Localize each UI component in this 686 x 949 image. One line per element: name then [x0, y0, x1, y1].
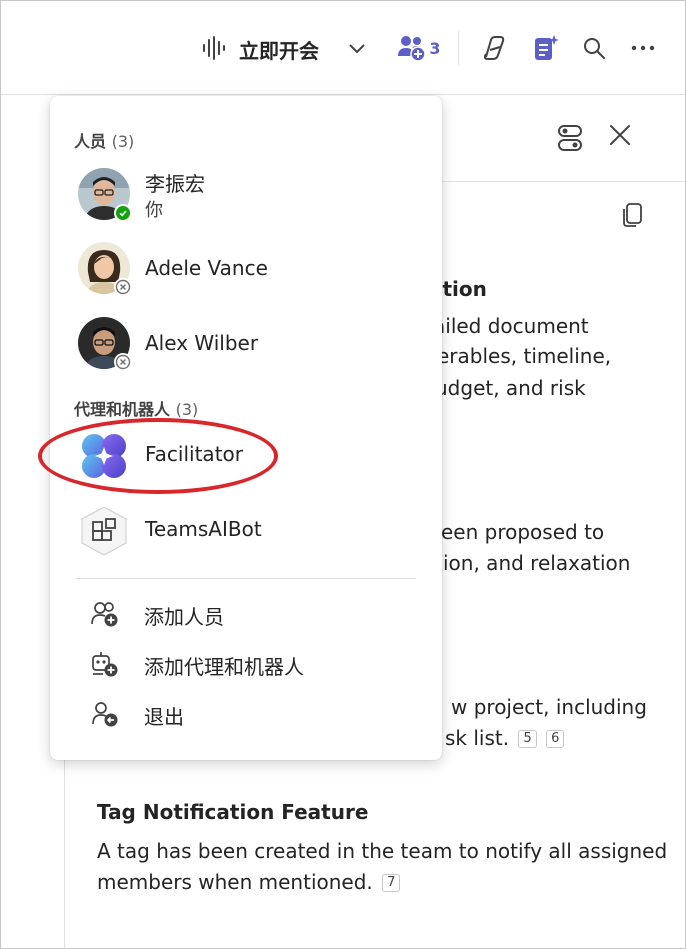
add-person-icon	[90, 600, 118, 628]
participant-name: Alex Wilber	[145, 331, 259, 355]
toolbar-divider	[458, 31, 459, 65]
people-section-count: (3)	[111, 132, 135, 151]
search-icon[interactable]	[579, 33, 609, 63]
section-text-line: erables, timeline,	[437, 344, 612, 368]
leave-label: 退出	[144, 705, 184, 729]
add-people-label: 添加人员	[144, 605, 224, 629]
copilot-icon[interactable]	[477, 31, 509, 65]
section-text-line: ion, and relaxation	[443, 551, 631, 575]
meeting-toolbar: 立即开会 3	[1, 1, 685, 95]
add-bot-icon	[90, 650, 118, 678]
section-text-line: w project, including	[451, 695, 647, 719]
avatar	[78, 168, 132, 222]
section-text-line: een proposed to	[441, 520, 605, 544]
tag-section-fragment: members when mentioned.	[97, 870, 373, 894]
add-bot-menu-item[interactable]: 添加代理和机器人	[50, 642, 442, 686]
participant-name: 李振宏	[145, 172, 205, 196]
menu-divider	[76, 578, 416, 579]
citation-badge[interactable]: 7	[382, 874, 401, 892]
tag-section-line: A tag has been created in the team to no…	[97, 839, 668, 863]
teams-ai-bot-icon	[78, 505, 130, 557]
avatar	[78, 317, 132, 371]
participant-row[interactable]: Adele Vance	[50, 236, 442, 300]
participants-dropdown: 人员 (3) 李振宏 你 Adele Vance Alex Wilber 代理和…	[38, 96, 442, 760]
presence-offline-icon	[114, 353, 132, 371]
avatar	[78, 242, 132, 296]
people-icon	[398, 36, 427, 62]
citation-badge[interactable]: 6	[546, 730, 565, 748]
tag-section-heading: Tag Notification Feature	[97, 800, 369, 824]
section-text-fragment: sk list.	[445, 726, 510, 750]
audio-waveform-icon[interactable]	[199, 33, 229, 63]
participant-name: Adele Vance	[145, 256, 268, 280]
meet-now-button[interactable]: 立即开会	[239, 35, 319, 64]
more-options-icon[interactable]	[627, 33, 659, 63]
people-section-label: 人员	[74, 132, 107, 151]
tag-section-line: members when mentioned. 7	[97, 867, 401, 898]
add-bot-label: 添加代理和机器人	[144, 655, 304, 679]
participant-row[interactable]: 李振宏 你	[50, 162, 442, 226]
toggle-view-icon[interactable]	[557, 124, 587, 154]
copy-icon[interactable]	[621, 202, 647, 230]
people-section-header: 人员 (3)	[74, 128, 134, 152]
agent-row[interactable]: TeamsAIBot	[50, 499, 442, 563]
agents-section-count: (3)	[175, 400, 199, 419]
citation-badge[interactable]: 5	[518, 730, 537, 748]
agents-section-header: 代理和机器人 (3)	[74, 396, 198, 420]
ai-notes-icon[interactable]	[531, 31, 561, 65]
close-icon[interactable]	[609, 124, 637, 152]
add-people-menu-item[interactable]: 添加人员	[50, 592, 442, 636]
agents-section-label: 代理和机器人	[74, 400, 171, 419]
section-text-line: ailed document	[433, 314, 589, 338]
presence-offline-icon	[114, 278, 132, 296]
participant-row[interactable]: Alex Wilber	[50, 311, 442, 375]
participant-subtitle: 你	[145, 200, 163, 221]
section-text-line: sk list. 5 6	[445, 723, 565, 754]
chevron-down-icon[interactable]	[345, 37, 369, 61]
people-count: 3	[429, 38, 441, 58]
agent-name: TeamsAIBot	[145, 517, 262, 541]
people-button[interactable]: 3	[393, 31, 445, 65]
section-text-line: udget, and risk	[435, 376, 586, 400]
highlight-ellipse	[38, 418, 278, 494]
presence-available-icon	[114, 204, 132, 222]
leave-menu-item[interactable]: 退出	[50, 692, 442, 736]
leave-icon	[90, 700, 118, 728]
